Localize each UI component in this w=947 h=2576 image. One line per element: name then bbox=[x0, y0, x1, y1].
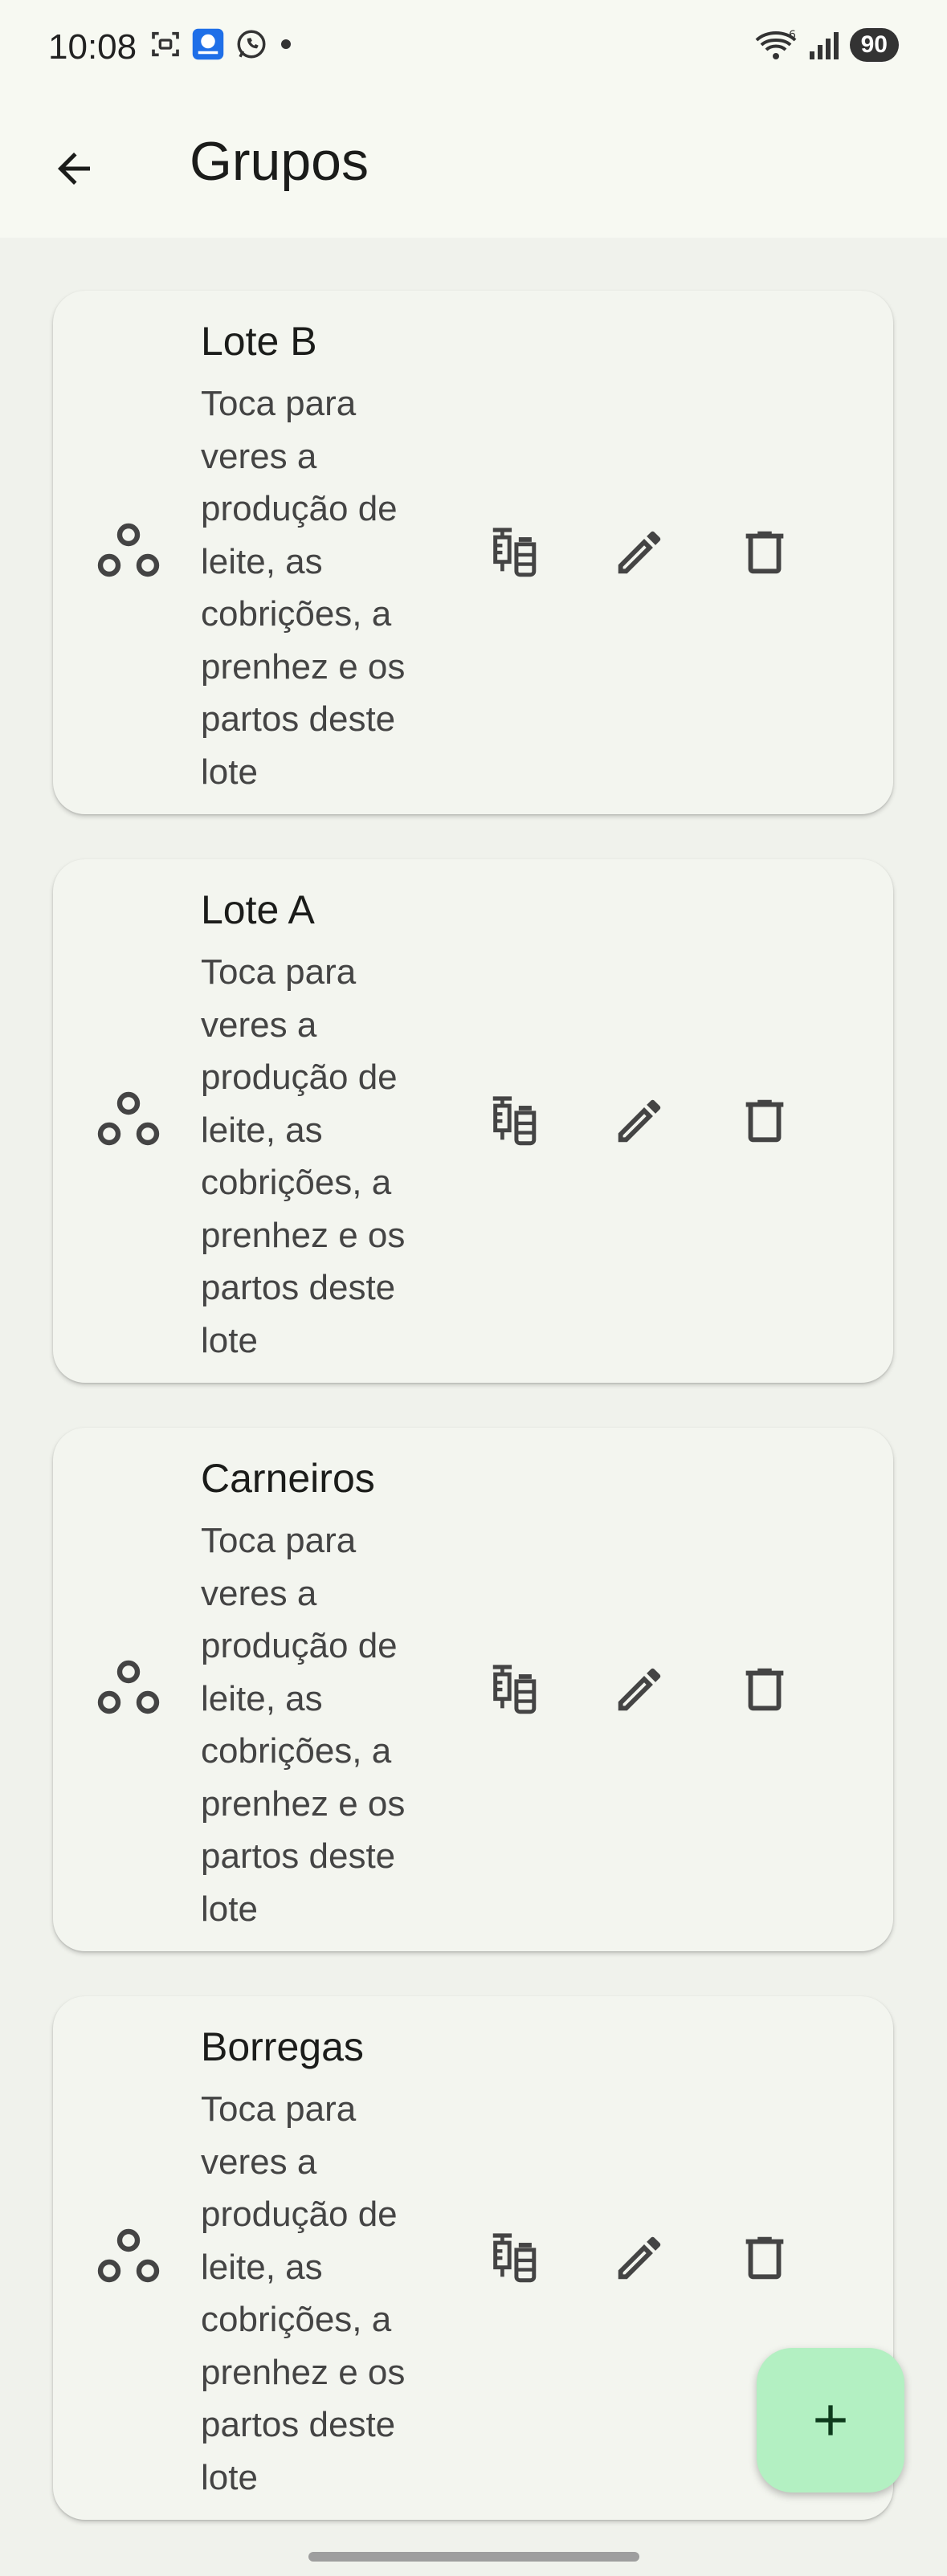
vaccines-icon bbox=[492, 1665, 537, 1714]
group-name: Lote B bbox=[201, 319, 317, 364]
status-time: 10:08 bbox=[48, 27, 137, 67]
group-name: Carneiros bbox=[201, 1456, 375, 1501]
vaccination-button[interactable] bbox=[476, 1082, 553, 1160]
group-icon bbox=[97, 1660, 160, 1714]
screenshot-icon bbox=[152, 31, 179, 57]
status-bar: 10:08 6 90 bbox=[0, 0, 947, 95]
wifi-label: 6 bbox=[789, 29, 796, 42]
group-card[interactable]: Lote A Toca para veres a produção de lei… bbox=[53, 859, 893, 1383]
delete-icon bbox=[745, 2236, 784, 2280]
delete-button[interactable] bbox=[726, 1651, 803, 1728]
arrow-back-icon bbox=[58, 153, 90, 185]
group-card[interactable]: Carneiros Toca para veres a produção de … bbox=[53, 1428, 893, 1951]
group-description: Toca para veres a produção de leite, as … bbox=[201, 384, 406, 792]
vaccines-icon bbox=[492, 1096, 537, 1146]
group-description: Toca para veres a produção de leite, as … bbox=[201, 952, 406, 1360]
edit-icon bbox=[618, 1099, 661, 1143]
group-icon bbox=[97, 523, 160, 577]
group-description: Toca para veres a produção de leite, as … bbox=[201, 1521, 406, 1929]
group-icon bbox=[97, 2228, 160, 2283]
app-bar: Grupos bbox=[0, 95, 947, 238]
delete-button[interactable] bbox=[726, 2219, 803, 2297]
groups-list[interactable]: Lote B Toca para veres a produção de lei… bbox=[0, 238, 947, 2576]
system-icons: 6 90 bbox=[753, 27, 899, 63]
notification-icons bbox=[149, 27, 294, 61]
edit-button[interactable] bbox=[601, 514, 678, 591]
edit-icon bbox=[618, 531, 661, 574]
dot-icon bbox=[281, 39, 291, 49]
delete-icon bbox=[745, 531, 784, 574]
edit-icon bbox=[618, 1668, 661, 1711]
app-notification-icon bbox=[192, 28, 224, 60]
group-card[interactable]: Lote B Toca para veres a produção de lei… bbox=[53, 291, 893, 814]
edit-button[interactable] bbox=[601, 1082, 678, 1160]
delete-icon bbox=[745, 1668, 784, 1711]
group-name: Borregas bbox=[201, 2024, 364, 2069]
plus-icon bbox=[815, 2405, 846, 2435]
back-button[interactable] bbox=[40, 135, 108, 202]
group-description: Toca para veres a produção de leite, as … bbox=[201, 2089, 406, 2497]
group-icon bbox=[97, 1091, 160, 1146]
add-group-button[interactable] bbox=[757, 2348, 904, 2492]
edit-icon bbox=[618, 2236, 661, 2280]
group-name: Lote A bbox=[201, 887, 315, 932]
home-indicator[interactable] bbox=[308, 2552, 639, 2562]
delete-button[interactable] bbox=[726, 514, 803, 591]
vaccination-button[interactable] bbox=[476, 2219, 553, 2297]
delete-icon bbox=[745, 1099, 784, 1143]
edit-button[interactable] bbox=[601, 2219, 678, 2297]
vaccination-button[interactable] bbox=[476, 514, 553, 591]
edit-button[interactable] bbox=[601, 1651, 678, 1728]
signal-icon bbox=[809, 32, 839, 59]
vaccination-button[interactable] bbox=[476, 1651, 553, 1728]
battery-indicator: 90 bbox=[849, 28, 899, 62]
vaccines-icon bbox=[492, 2233, 537, 2283]
whatsapp-icon bbox=[237, 30, 266, 59]
page-title: Grupos bbox=[190, 131, 369, 192]
wifi-icon: 6 bbox=[755, 29, 797, 59]
delete-button[interactable] bbox=[726, 1082, 803, 1160]
vaccines-icon bbox=[492, 528, 537, 577]
